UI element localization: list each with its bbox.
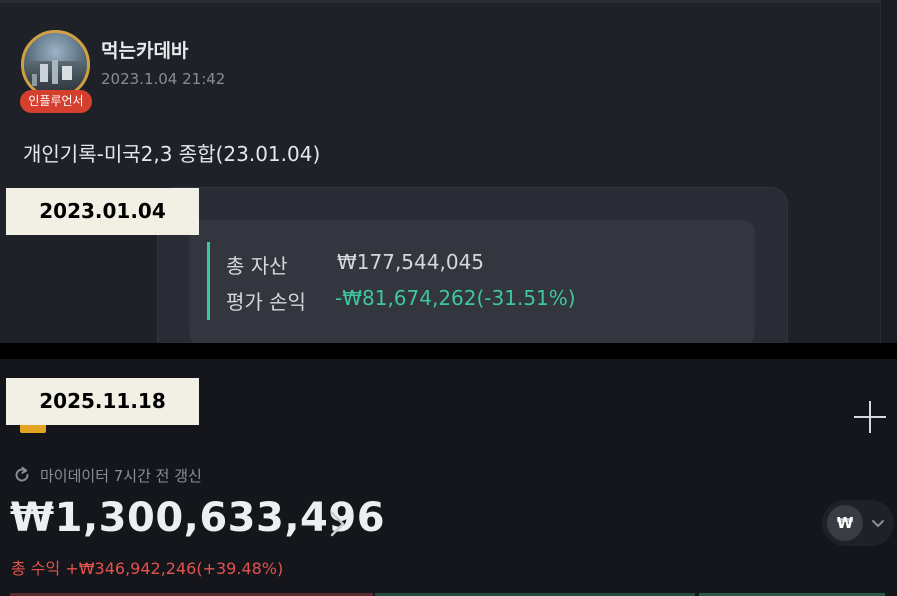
asset-summary-quote: 총 자산 ₩177,544,045 평가 손익 -₩81,674,262(-31… bbox=[189, 220, 755, 343]
asset-summary-card: 총 자산 ₩177,544,045 평가 손익 -₩81,674,262(-31… bbox=[157, 187, 788, 343]
total-assets-value: ₩177,544,045 bbox=[337, 250, 485, 274]
influencer-badge: 인플루언서 bbox=[20, 90, 92, 113]
top-edge bbox=[0, 0, 897, 3]
chevron-down-icon bbox=[872, 520, 884, 527]
blog-post-panel: 인플루언서 먹는카데바 2023.1.04 21:42 개인기록-미국2,3 종… bbox=[0, 0, 897, 343]
section-divider bbox=[0, 343, 897, 359]
scrollbar-gutter[interactable] bbox=[880, 0, 897, 343]
post-title: 개인기록-미국2,3 종합(23.01.04) bbox=[23, 142, 321, 166]
avatar-building bbox=[32, 74, 37, 86]
total-return: 총 수익 +₩346,942,246(+39.48%) bbox=[11, 559, 284, 578]
valuation-pl-value: -₩81,674,262(-31.51%) bbox=[335, 286, 576, 310]
won-currency-icon: ₩ bbox=[827, 505, 863, 541]
plus-icon[interactable] bbox=[852, 399, 888, 435]
avatar-building bbox=[52, 60, 58, 84]
currency-toggle[interactable]: ₩ bbox=[822, 500, 894, 546]
date-label-before: 2023.01.04 bbox=[6, 188, 199, 235]
refresh-icon[interactable] bbox=[12, 465, 32, 485]
author-name[interactable]: 먹는카데바 bbox=[101, 36, 188, 63]
refresh-status: 마이데이터 7시간 전 갱신 bbox=[40, 467, 202, 485]
valuation-pl-label: 평가 손익 bbox=[226, 290, 306, 314]
avatar[interactable] bbox=[21, 30, 90, 99]
date-label-after: 2025.11.18 bbox=[6, 378, 199, 425]
author-avatar-group[interactable]: 인플루언서 bbox=[18, 29, 94, 115]
avatar-building bbox=[62, 66, 72, 80]
quote-accent-bar bbox=[207, 242, 210, 320]
chevron-right-icon[interactable] bbox=[328, 509, 348, 539]
total-assets-label: 총 자산 bbox=[226, 254, 288, 278]
avatar-building bbox=[40, 64, 48, 82]
post-timestamp: 2023.1.04 21:42 bbox=[101, 70, 226, 88]
